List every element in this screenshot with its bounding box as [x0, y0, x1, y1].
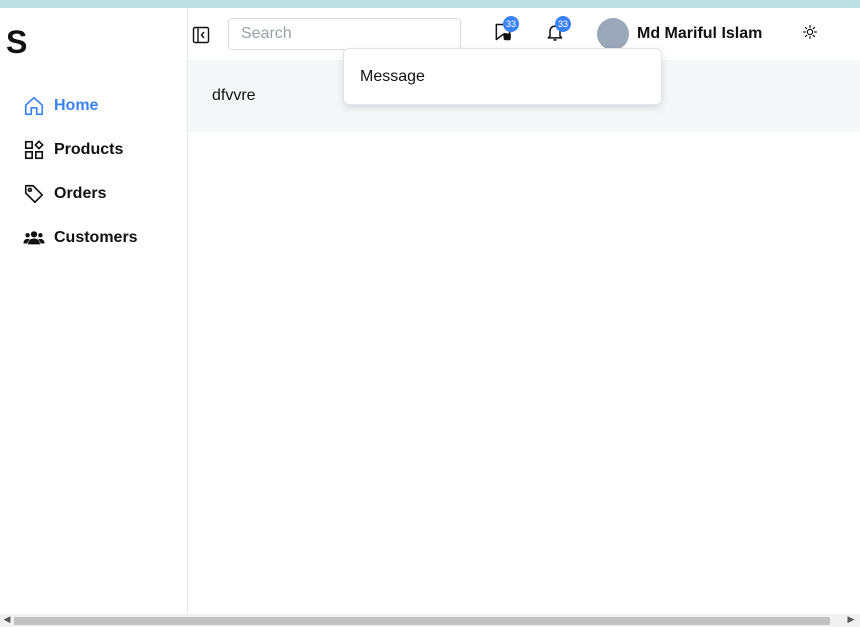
- sidebar-item-customers[interactable]: Customers: [22, 216, 138, 260]
- sidebar-item-home[interactable]: Home: [22, 84, 138, 128]
- users-icon: [22, 226, 46, 250]
- sidebar-item-orders[interactable]: Orders: [22, 172, 138, 216]
- sidebar-nav: Home Products Orders Customers: [22, 84, 138, 260]
- sidebar-item-label: Customers: [54, 229, 138, 246]
- sidebar-item-products[interactable]: Products: [22, 128, 138, 172]
- sidebar-item-label: Products: [54, 141, 124, 158]
- grid-shapes-icon: [22, 138, 46, 162]
- tag-icon: [22, 182, 46, 206]
- notifications-button[interactable]: 33: [543, 16, 571, 46]
- user-menu[interactable]: Md Mariful Islam: [597, 18, 762, 50]
- notifications-badge: 33: [555, 16, 571, 32]
- sun-icon: [803, 24, 817, 44]
- dropdown-item-message[interactable]: Message: [360, 68, 425, 86]
- content-text: dfvvre: [212, 87, 256, 104]
- search-input[interactable]: [228, 18, 461, 50]
- sidebar: S Home Products Orders Customers: [0, 8, 188, 614]
- user-name: Md Mariful Islam: [637, 25, 763, 42]
- horizontal-scrollbar[interactable]: ◀ ▶: [0, 614, 860, 627]
- scrollbar-thumb[interactable]: [14, 617, 830, 625]
- app-logo[interactable]: S: [6, 24, 27, 61]
- sidebar-item-label: Orders: [54, 185, 107, 202]
- messages-badge: 33: [503, 16, 519, 32]
- top-strip: [0, 0, 860, 8]
- scroll-right-icon[interactable]: ▶: [846, 615, 856, 626]
- scroll-left-icon[interactable]: ◀: [2, 615, 12, 626]
- messages-dropdown: Message: [343, 48, 662, 105]
- sidebar-item-label: Home: [54, 97, 99, 114]
- avatar: [597, 18, 629, 50]
- messages-button[interactable]: 33: [491, 16, 519, 46]
- sidebar-collapse-icon[interactable]: [192, 26, 210, 44]
- home-icon: [22, 94, 46, 118]
- theme-toggle-button[interactable]: [800, 24, 820, 44]
